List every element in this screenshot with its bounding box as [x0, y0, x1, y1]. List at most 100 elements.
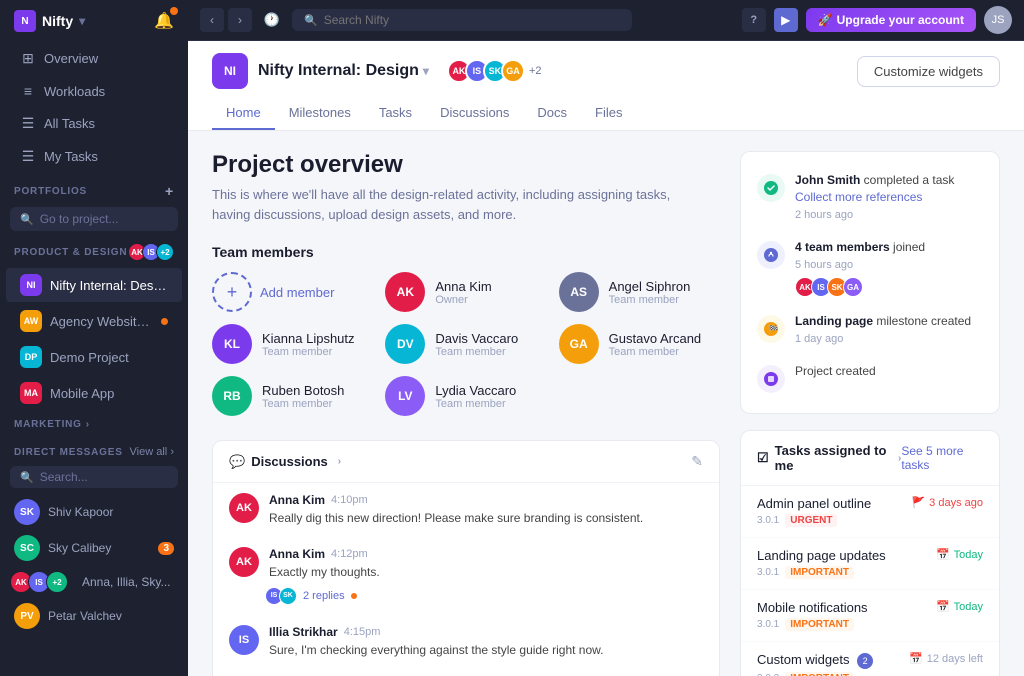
- discussion-message-3: IS Illia Strikhar 4:15pm Sure, I'm check…: [213, 615, 719, 669]
- tasks-title: ☑ Tasks assigned to me ›: [757, 443, 901, 473]
- marketing-section[interactable]: MARKETING ›: [0, 411, 188, 434]
- member-pic-kianna: KL: [212, 324, 252, 364]
- reply-count[interactable]: 2 replies: [303, 590, 345, 602]
- activity-time-2: 5 hours ago: [795, 258, 925, 273]
- customize-widgets-button[interactable]: Customize widgets: [857, 56, 1000, 87]
- activity-item-4: Project created: [757, 355, 983, 401]
- nav-forward-button[interactable]: ›: [228, 8, 252, 32]
- svg-text:🏁: 🏁: [768, 324, 778, 334]
- activity-project-icon: [757, 365, 785, 393]
- activity-team-icon: [757, 241, 785, 269]
- upgrade-button[interactable]: 🚀 Upgrade your account: [806, 8, 976, 32]
- activity-item-3: 🏁 Landing page milestone created 1 day a…: [757, 305, 983, 355]
- msg-avatar-anna1: AK: [229, 493, 259, 523]
- discussions-edit-button[interactable]: ✎: [691, 453, 703, 470]
- notification-badge: [170, 7, 178, 15]
- discussions-icon: 💬: [229, 454, 245, 470]
- tab-tasks[interactable]: Tasks: [365, 97, 426, 130]
- dm-avatar-sky: SC: [14, 535, 40, 561]
- dm-search[interactable]: 🔍: [10, 466, 178, 488]
- tab-docs[interactable]: Docs: [523, 97, 581, 130]
- portfolio-search[interactable]: 🔍: [10, 207, 178, 231]
- add-member-button[interactable]: + Add member: [212, 272, 373, 312]
- task-item-mobile[interactable]: Mobile notifications 3.0.1 IMPORTANT 📅 T…: [741, 590, 999, 642]
- flag-icon: 🚩: [911, 496, 925, 509]
- task-date-2: 📅 Today: [936, 548, 983, 561]
- history-button[interactable]: 🕐: [260, 8, 284, 32]
- sidebar-item-demo-project[interactable]: DP Demo Project: [6, 340, 182, 374]
- activity-member-avatars: AK IS SK GA: [795, 277, 925, 297]
- discussions-chevron: ›: [338, 456, 341, 467]
- dm-item-petar[interactable]: PV Petar Valchev: [0, 598, 188, 634]
- topbar-right: ? ▶ 🚀 Upgrade your account JS: [742, 6, 1012, 34]
- main-content: ‹ › 🕐 🔍 ? ▶ 🚀 Upgrade your account JS: [188, 0, 1024, 676]
- project-header-avatar: NI: [212, 53, 248, 89]
- sidebar-item-overview[interactable]: ⊞ Overview: [6, 43, 182, 74]
- member-count-badge: +2: [156, 243, 174, 261]
- dm-search-input[interactable]: [40, 470, 168, 484]
- task-date-4: 📅 12 days left: [909, 652, 983, 665]
- my-tasks-icon: ☰: [20, 148, 36, 165]
- member-pic-davis: DV: [385, 324, 425, 364]
- project-title-left: NI Nifty Internal: Design ▾ AK IS SK GA …: [212, 53, 541, 89]
- tab-files[interactable]: Files: [581, 97, 636, 130]
- page-description: This is where we'll have all the design-…: [212, 185, 672, 224]
- task-tag-important-3: IMPORTANT: [785, 672, 854, 676]
- notifications-button[interactable]: 🔔: [154, 11, 174, 31]
- team-member-angel: AS Angel Siphron Team member: [559, 272, 720, 312]
- nav-back-button[interactable]: ‹: [200, 8, 224, 32]
- project-tabs: Home Milestones Tasks Discussions Docs F…: [212, 97, 1000, 130]
- dm-group-avatars: AK IS +2: [14, 571, 68, 593]
- sidebar-item-workloads[interactable]: ≡ Workloads: [6, 76, 182, 106]
- dm-view-all-button[interactable]: View all ›: [130, 446, 174, 458]
- sidebar-item-all-tasks[interactable]: ☰ All Tasks: [6, 108, 182, 139]
- project-avatar-aw: AW: [20, 310, 42, 332]
- member-pic-lydia: LV: [385, 376, 425, 416]
- project-header: NI Nifty Internal: Design ▾ AK IS SK GA …: [188, 41, 1024, 131]
- tab-discussions[interactable]: Discussions: [426, 97, 523, 130]
- discussions-card: 💬 Discussions › ✎ AK Anna Kim 4:10pm: [212, 440, 720, 676]
- search-bar[interactable]: 🔍: [292, 9, 632, 31]
- calendar-icon-2: 📅: [936, 548, 950, 561]
- add-member-icon: +: [212, 272, 252, 312]
- dm-item-shiv[interactable]: SK Shiv Kapoor: [0, 494, 188, 530]
- activity-task-link[interactable]: Collect more references: [795, 190, 922, 204]
- search-input[interactable]: [324, 13, 620, 27]
- member-count: +2: [529, 65, 542, 77]
- portfolio-search-input[interactable]: [40, 212, 168, 226]
- task-item-custom[interactable]: Custom widgets 2 3.0.2 IMPORTANT 📅 12 da…: [741, 642, 999, 676]
- task-tag-important-2: IMPORTANT: [785, 618, 854, 631]
- content-area: Project overview This is where we'll hav…: [188, 131, 1024, 676]
- product-design-section[interactable]: PRODUCT & DESIGN AK IS +2: [0, 237, 188, 267]
- sidebar-item-mobile-app[interactable]: MA Mobile App: [6, 376, 182, 410]
- team-section-title: Team members: [212, 244, 720, 260]
- tab-milestones[interactable]: Milestones: [275, 97, 365, 130]
- brand[interactable]: N Nifty ▾: [14, 10, 85, 32]
- reply-avatars: IS SK: [269, 587, 297, 605]
- reply-notification-dot: [351, 593, 357, 599]
- dm-item-group[interactable]: AK IS +2 Anna, Illia, Sky...: [0, 566, 188, 598]
- task-item-landing[interactable]: Landing page updates 3.0.1 IMPORTANT 📅 T…: [741, 538, 999, 590]
- user-avatar[interactable]: JS: [984, 6, 1012, 34]
- dm-item-sky[interactable]: SC Sky Calibey 3: [0, 530, 188, 566]
- add-portfolio-button[interactable]: +: [165, 183, 174, 199]
- tab-home[interactable]: Home: [212, 97, 275, 130]
- sidebar-item-nifty-internal[interactable]: NI Nifty Internal: Design: [6, 268, 182, 302]
- sidebar-item-agency-website[interactable]: AW Agency Website 2.0: [6, 304, 182, 338]
- activity-team-joined: 4 team members: [795, 240, 890, 254]
- dm-badge-sky: 3: [158, 542, 174, 555]
- member-pic-angel: AS: [559, 272, 599, 312]
- content-right: John Smith completed a task Collect more…: [740, 151, 1000, 676]
- play-button[interactable]: ▶: [774, 8, 798, 32]
- task-item-admin[interactable]: Admin panel outline 3.0.1 URGENT 🚩 3 day…: [741, 486, 999, 538]
- sidebar-item-my-tasks[interactable]: ☰ My Tasks: [6, 141, 182, 172]
- msg-avatar-illia: IS: [229, 625, 259, 655]
- sidebar-header-actions: 🔔: [154, 11, 174, 31]
- see-more-tasks-button[interactable]: See 5 more tasks: [901, 444, 983, 472]
- activity-time-3: 1 day ago: [795, 332, 971, 347]
- project-title: Nifty Internal: Design ▾: [258, 62, 429, 80]
- calendar-icon-3: 📅: [936, 600, 950, 613]
- project-member-4: GA: [501, 59, 525, 83]
- group-avatar-count: +2: [46, 571, 68, 593]
- help-button[interactable]: ?: [742, 8, 766, 32]
